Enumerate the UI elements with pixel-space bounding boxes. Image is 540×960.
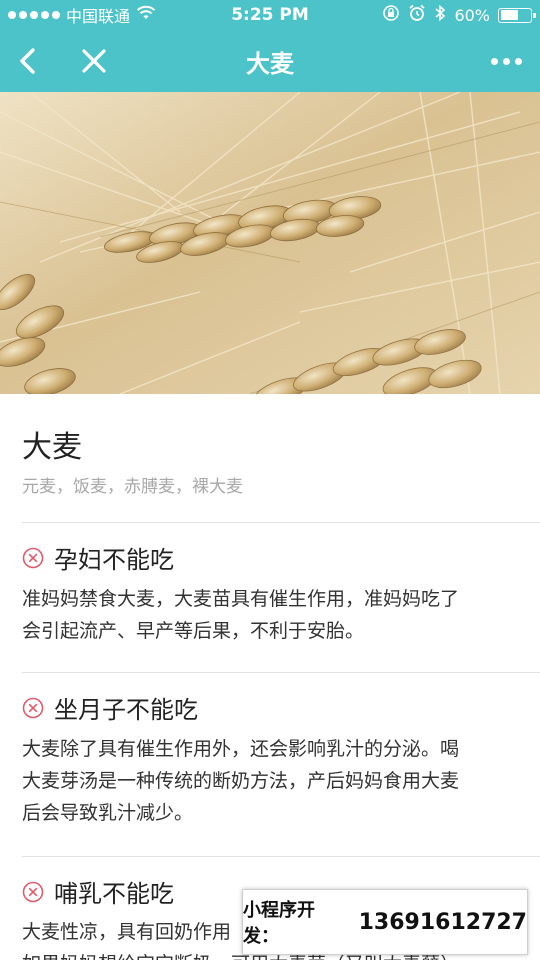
section-body-postpartum: 大麦除了具有催生作用外，还会影响乳汁的分泌。喝 大麦芽汤是一种传统的断奶方法，产… — [22, 733, 522, 829]
section-title-pregnant: 孕妇不能吃 — [22, 540, 174, 575]
x-circle-icon — [22, 547, 44, 569]
battery-level — [500, 10, 518, 20]
bluetooth-icon — [434, 4, 446, 26]
food-name: 大麦 — [22, 430, 82, 465]
x-circle-icon — [22, 881, 44, 903]
status-bar: 中国联通 5:25 PM 60% — [0, 0, 540, 30]
alarm-icon — [408, 4, 426, 26]
more-dots-icon[interactable] — [486, 42, 526, 80]
body-line: 大麦芽汤是一种传统的断奶方法，产后妈妈食用大麦 — [22, 770, 460, 792]
page-title: 大麦 — [246, 50, 294, 78]
orientation-lock-icon — [382, 4, 400, 26]
nav-bar: 大麦 — [0, 30, 540, 92]
body-line: 后会导致乳汁减少。 — [22, 802, 194, 824]
status-bar-right: 60% — [382, 0, 536, 30]
food-aliases: 元麦，饭麦，赤膊麦，裸大麦 — [22, 477, 243, 497]
contact-ad-banner[interactable]: 小程序开发： 13691612727 — [242, 889, 528, 955]
battery-percent: 60% — [454, 5, 490, 25]
section-title-text: 坐月子不能吃 — [54, 696, 198, 724]
section-title-text: 哺乳不能吃 — [54, 880, 174, 908]
section-body-pregnant: 准妈妈禁食大麦，大麦苗具有催生作用，准妈妈吃了 会引起流产、早产等后果，不利于安… — [22, 583, 522, 647]
divider — [22, 672, 540, 673]
x-circle-icon — [22, 697, 44, 719]
body-line: 准妈妈禁食大麦，大麦苗具有催生作用，准妈妈吃了 — [22, 588, 460, 610]
divider — [22, 522, 540, 523]
divider — [22, 856, 540, 857]
barley-photo — [0, 92, 540, 394]
ad-label: 小程序开发： — [243, 900, 315, 947]
section-title-postpartum: 坐月子不能吃 — [22, 690, 198, 725]
body-line: 会引起流产、早产等后果，不利于安胎。 — [22, 620, 365, 642]
body-line: 大麦除了具有催生作用外，还会影响乳汁的分泌。喝 — [22, 738, 460, 760]
ad-phone: 13691612727 — [358, 909, 527, 935]
section-title-text: 孕妇不能吃 — [54, 546, 174, 574]
battery-icon — [498, 7, 536, 23]
section-title-breastfeeding: 哺乳不能吃 — [22, 874, 174, 909]
